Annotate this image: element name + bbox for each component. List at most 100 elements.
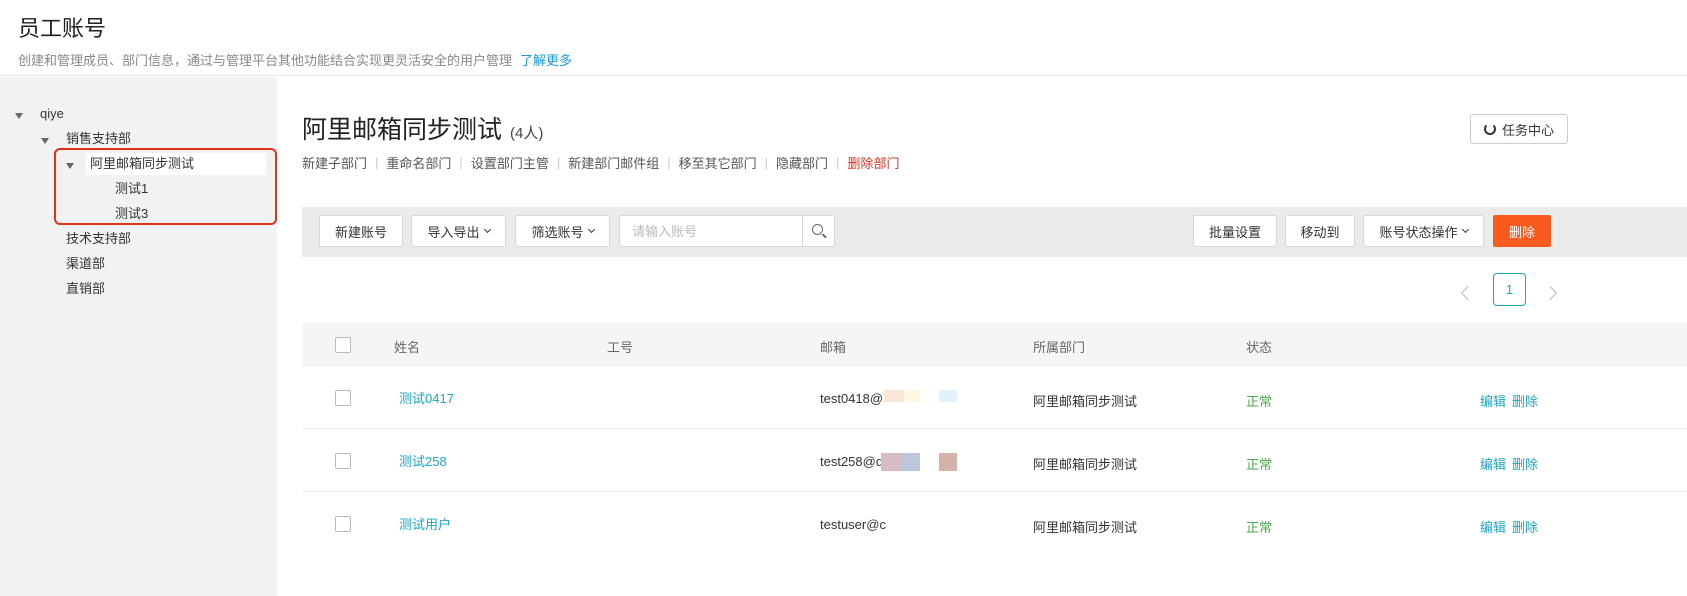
edit-link[interactable]: 编辑 [1480,391,1506,410]
new-sub-department-link[interactable]: 新建子部门 [302,153,367,172]
edit-link[interactable]: 编辑 [1480,517,1506,536]
move-to-label: 移动到 [1300,224,1340,240]
row-checkbox[interactable] [335,516,351,532]
tree-node-selected[interactable]: 阿里邮箱同步测试 [86,153,266,175]
tree-node-direct[interactable]: 直销部 [66,278,105,300]
department-title: 阿里邮箱同步测试 (4人) [302,110,543,146]
tree-node-tech[interactable]: 技术支持部 [66,228,131,250]
status-badge: 正常 [1246,457,1273,472]
edit-link[interactable]: 编辑 [1480,454,1506,473]
refresh-icon [1483,123,1496,135]
account-department: 阿里邮箱同步测试 [1033,394,1138,409]
page-header: 员工账号 创建和管理成员、部门信息，通过与管理平台其他功能结合实现更灵活安全的用… [0,0,1687,76]
batch-settings-label: 批量设置 [1208,224,1261,240]
page-title: 员工账号 [18,16,107,41]
column-name: 姓名 [394,340,421,355]
new-mail-group-link[interactable]: 新建部门邮件组 [568,153,659,172]
redaction-mosaic [939,453,957,471]
new-account-button[interactable]: 新建账号 [319,215,403,247]
expand-caret-icon[interactable] [15,113,23,119]
account-name-link[interactable]: 测试0417 [399,388,454,407]
table-header: 姓名 工号 邮箱 所属部门 状态 [302,323,1687,367]
task-center-label: 任务中心 [1501,122,1554,138]
department-actions: 新建子部门 | 重命名部门 | 设置部门主管 | 新建部门邮件组 | 移至其它部… [302,153,899,172]
divider: | [375,155,379,170]
department-name: 阿里邮箱同步测试 [302,116,503,144]
redaction-mosaic [904,390,920,402]
import-export-dropdown[interactable]: 导入导出 [411,215,506,247]
status-badge: 正常 [1246,520,1273,535]
expand-caret-icon[interactable] [41,138,49,144]
account-department: 阿里邮箱同步测试 [1033,520,1138,535]
column-status: 状态 [1246,340,1273,355]
hide-department-link[interactable]: 隐藏部门 [776,153,828,172]
divider: | [459,155,463,170]
delete-button[interactable]: 删除 [1493,215,1551,247]
prev-page-icon[interactable] [1460,285,1476,301]
account-status-label: 账号状态操作 [1379,224,1458,240]
tree-node-channel[interactable]: 渠道部 [66,253,105,275]
import-export-label: 导入导出 [427,224,480,240]
search-icon-handle [822,233,827,239]
tree-node-child-1[interactable]: 测试1 [115,178,148,200]
redaction-mosaic [881,453,901,471]
divider: | [764,155,769,170]
expand-caret-icon[interactable] [66,163,74,169]
table-row: 测试258 test258@q 阿里邮箱同步测试 正常 编辑 删除 [302,430,1687,492]
account-toolbar: 新建账号 导入导出 筛选账号 批量设置 移动到 账号状态操作 删除 [302,207,1687,257]
redaction-mosaic [901,453,920,471]
set-manager-link[interactable]: 设置部门主管 [471,153,549,172]
tree-node-root[interactable]: qiye [40,103,64,125]
divider: | [836,155,840,170]
column-employee-no: 工号 [607,340,634,355]
account-name-link[interactable]: 测试用户 [399,514,451,533]
table-row: 测试用户 testuser@c 阿里邮箱同步测试 正常 编辑 删除 [302,493,1687,555]
chevron-down-icon [1461,225,1469,233]
search-button[interactable] [802,216,834,246]
learn-more-link[interactable]: 了解更多 [520,53,572,68]
account-email: test258@q [820,454,884,469]
move-department-link[interactable]: 移至其它部门 [679,153,757,172]
page-number-button[interactable]: 1 [1493,273,1526,306]
main-panel: 阿里邮箱同步测试 (4人) 任务中心 新建子部门 | 重命名部门 | 设置部门主管… [277,77,1687,596]
tree-node-sales[interactable]: 销售支持部 [66,128,131,150]
divider: | [556,155,561,170]
department-tree: qiye 销售支持部 阿里邮箱同步测试 测试1 测试3 技术支持部 渠道部 直销… [0,77,277,596]
account-name-link[interactable]: 测试258 [399,451,447,470]
delete-label: 删除 [1508,224,1535,240]
task-center-button[interactable]: 任务中心 [1470,114,1568,144]
redaction-mosaic [939,390,957,402]
department-count: (4人) [510,125,544,142]
status-badge: 正常 [1246,394,1273,409]
column-department: 所属部门 [1033,340,1086,355]
delete-link[interactable]: 删除 [1512,454,1538,473]
batch-settings-button[interactable]: 批量设置 [1193,215,1277,247]
new-account-label: 新建账号 [334,224,387,240]
redaction-mosaic [884,390,904,402]
select-all-checkbox[interactable] [335,337,351,353]
account-status-dropdown[interactable]: 账号状态操作 [1363,215,1484,247]
search-icon [812,224,823,235]
account-email: testuser@c [820,517,886,532]
filter-accounts-label: 筛选账号 [531,224,584,240]
move-to-button[interactable]: 移动到 [1285,215,1355,247]
chevron-down-icon [587,225,595,233]
delete-link[interactable]: 删除 [1512,517,1538,536]
tree-node-child-3[interactable]: 测试3 [115,203,148,225]
column-email: 邮箱 [820,340,847,355]
page-description-text: 创建和管理成员、部门信息，通过与管理平台其他功能结合实现更灵活安全的用户管理 [18,53,513,68]
page-description: 创建和管理成员、部门信息，通过与管理平台其他功能结合实现更灵活安全的用户管理 了解… [18,50,572,69]
rename-department-link[interactable]: 重命名部门 [386,153,451,172]
delete-department-link[interactable]: 删除部门 [847,153,899,172]
search-input[interactable] [620,216,803,246]
divider: | [667,155,671,170]
account-email: test0418@ [820,391,884,406]
account-department: 阿里邮箱同步测试 [1033,457,1138,472]
delete-link[interactable]: 删除 [1512,391,1538,410]
row-checkbox[interactable] [335,453,351,469]
filter-accounts-dropdown[interactable]: 筛选账号 [515,215,610,247]
next-page-icon[interactable] [1542,285,1558,301]
row-checkbox[interactable] [335,390,351,406]
table-row: 测试0417 test0418@ 阿里邮箱同步测试 正常 编辑 删除 [302,367,1687,429]
account-search [619,215,835,247]
